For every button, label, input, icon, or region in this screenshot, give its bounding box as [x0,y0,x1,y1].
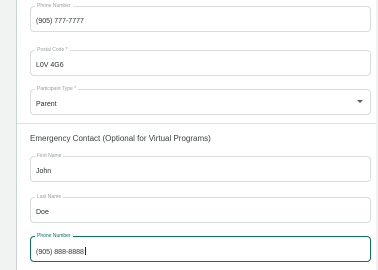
last-name-field[interactable]: Last Name Doe [30,193,371,223]
phone-number-field[interactable]: Phone Number (905) 777-7777 [30,2,371,32]
postal-code-value: L0V 4G6 [36,62,64,69]
last-name-value: Doe [36,209,49,216]
emergency-phone-number-label: Phone Number [35,232,73,240]
postal-code-field[interactable]: Postal Code * L0V 4G6 [30,46,371,76]
participant-type-label: Participant Type * [35,85,79,93]
first-name-field[interactable]: First Name John [30,152,371,182]
phone-number-label: Phone Number [35,2,73,10]
first-name-value: John [36,168,52,175]
chevron-down-icon[interactable] [357,100,363,103]
emergency-contact-heading: Emergency Contact (Optional for Virtual … [30,134,211,143]
text-caret [84,247,86,255]
form-panel: Phone Number (905) 777-7777 Postal Code … [16,0,376,270]
section-divider [17,123,376,124]
participant-type-value: Parent [36,101,57,108]
last-name-label: Last Name [35,193,64,201]
emergency-phone-number-text: (905) 888-8888 [36,249,84,256]
phone-number-value: (905) 777-7777 [36,18,84,25]
emergency-phone-number-value: (905) 888-8888 [36,247,86,258]
postal-code-label: Postal Code * [35,46,70,54]
first-name-label: First Name [35,152,64,160]
emergency-phone-number-field[interactable]: Phone Number (905) 888-8888 [30,232,371,262]
participant-type-select[interactable]: Participant Type * Parent [30,85,371,115]
